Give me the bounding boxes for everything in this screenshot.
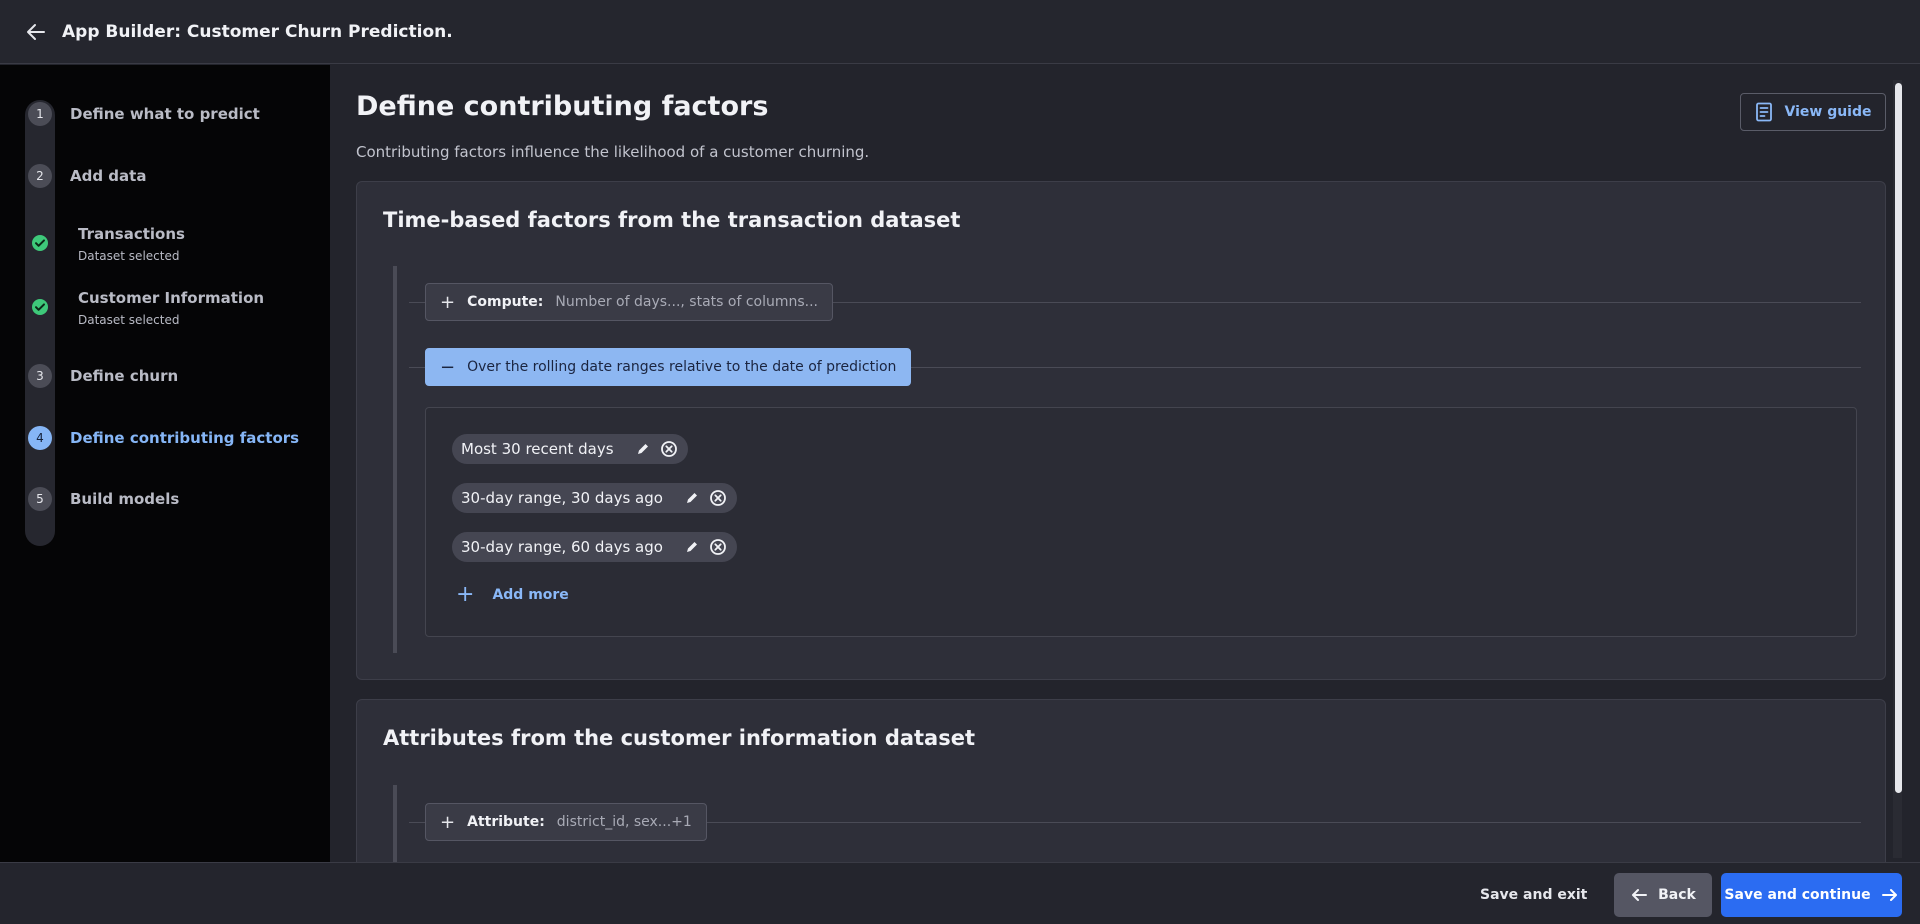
date-ranges-panel: Most 30 recent days 30-day range, 30 day…: [425, 407, 1857, 637]
step-add-data[interactable]: 2 Add data: [28, 164, 146, 188]
time-based-factors-card: Time-based factors from the transaction …: [356, 181, 1886, 680]
step-define-contributing-factors[interactable]: 4 Define contributing factors: [28, 426, 299, 450]
top-bar: App Builder: Customer Churn Prediction.: [0, 0, 1920, 64]
tree-line: [393, 266, 397, 653]
date-range-chip: 30-day range, 30 days ago: [452, 483, 737, 513]
substep-transactions[interactable]: Transactions Dataset selected: [28, 225, 185, 263]
save-and-continue-button[interactable]: Save and continue: [1721, 873, 1902, 917]
step-number: 5: [28, 487, 52, 511]
pencil-icon[interactable]: [681, 536, 703, 558]
step-number: 4: [28, 426, 52, 450]
substep-customer-information[interactable]: Customer Information Dataset selected: [28, 289, 264, 327]
compute-pill[interactable]: + Compute: Number of days..., stats of c…: [425, 283, 834, 321]
remove-circle-icon[interactable]: [658, 438, 680, 460]
plus-icon: +: [456, 582, 475, 607]
card-title: Attributes from the customer information…: [383, 726, 976, 750]
compute-key: Compute:: [467, 294, 544, 310]
plus-icon: +: [440, 291, 456, 313]
page-subtitle: Contributing factors influence the likel…: [356, 143, 870, 161]
plus-icon: +: [440, 811, 456, 833]
back-label: Back: [1658, 887, 1696, 903]
footer-bar: Save and exit Back Save and continue: [0, 862, 1920, 924]
wizard-sidebar: 1 Define what to predict 2 Add data Tran…: [0, 65, 330, 862]
step-label: Add data: [70, 167, 147, 185]
arrow-left-icon: [1632, 889, 1648, 901]
step-build-models[interactable]: 5 Build models: [28, 487, 179, 511]
page-title: Define contributing factors: [356, 91, 769, 122]
substep-title: Customer Information: [78, 289, 265, 307]
chip-label: 30-day range, 60 days ago: [461, 538, 663, 556]
back-arrow-icon[interactable]: [18, 14, 54, 50]
customer-attributes-card: Attributes from the customer information…: [356, 699, 1886, 862]
rolling-date-ranges-pill[interactable]: − Over the rolling date ranges relative …: [425, 348, 912, 386]
chip-label: Most 30 recent days: [461, 440, 614, 458]
continue-label: Save and continue: [1724, 887, 1871, 903]
step-label: Build models: [70, 490, 180, 508]
app-title: App Builder: Customer Churn Prediction.: [62, 21, 453, 42]
rolling-label: Over the rolling date ranges relative to…: [467, 359, 897, 375]
view-guide-button[interactable]: View guide: [1740, 93, 1886, 131]
remove-circle-icon[interactable]: [707, 487, 729, 509]
step-define-what-to-predict[interactable]: 1 Define what to predict: [28, 102, 260, 126]
save-and-exit-button[interactable]: Save and exit: [1480, 887, 1587, 903]
step-label: Define what to predict: [70, 105, 260, 123]
compute-value: Number of days..., stats of columns...: [555, 294, 819, 310]
check-circle-icon: [28, 231, 52, 255]
substep-status: Dataset selected: [78, 313, 180, 327]
guide-book-icon: [1755, 102, 1772, 122]
view-guide-label: View guide: [1784, 104, 1872, 120]
pencil-icon[interactable]: [632, 438, 654, 460]
remove-circle-icon[interactable]: [707, 536, 729, 558]
step-number: 1: [28, 102, 52, 126]
scrollbar-thumb[interactable]: [1895, 83, 1902, 793]
main-content: Define contributing factors Contributing…: [330, 65, 1890, 862]
back-button[interactable]: Back: [1614, 873, 1712, 917]
add-more-button[interactable]: + Add more: [456, 582, 569, 607]
minus-icon: −: [440, 356, 456, 378]
step-define-churn[interactable]: 3 Define churn: [28, 364, 178, 388]
step-label: Define contributing factors: [70, 429, 300, 447]
attribute-key: Attribute:: [467, 814, 545, 830]
chip-label: 30-day range, 30 days ago: [461, 489, 663, 507]
date-range-chip: Most 30 recent days: [452, 434, 688, 464]
tree-line: [393, 785, 397, 862]
pencil-icon[interactable]: [681, 487, 703, 509]
step-number: 2: [28, 164, 52, 188]
substep-status: Dataset selected: [78, 249, 180, 263]
date-range-chip: 30-day range, 60 days ago: [452, 532, 737, 562]
add-more-label: Add more: [492, 586, 569, 603]
attribute-pill[interactable]: + Attribute: district_id, sex...+1: [425, 803, 707, 841]
step-number: 3: [28, 364, 52, 388]
step-label: Define churn: [70, 367, 179, 385]
substep-title: Transactions: [78, 225, 185, 243]
attribute-value: district_id, sex...+1: [556, 814, 692, 830]
card-title: Time-based factors from the transaction …: [383, 208, 961, 232]
check-circle-icon: [28, 295, 52, 319]
arrow-right-icon: [1881, 889, 1897, 901]
